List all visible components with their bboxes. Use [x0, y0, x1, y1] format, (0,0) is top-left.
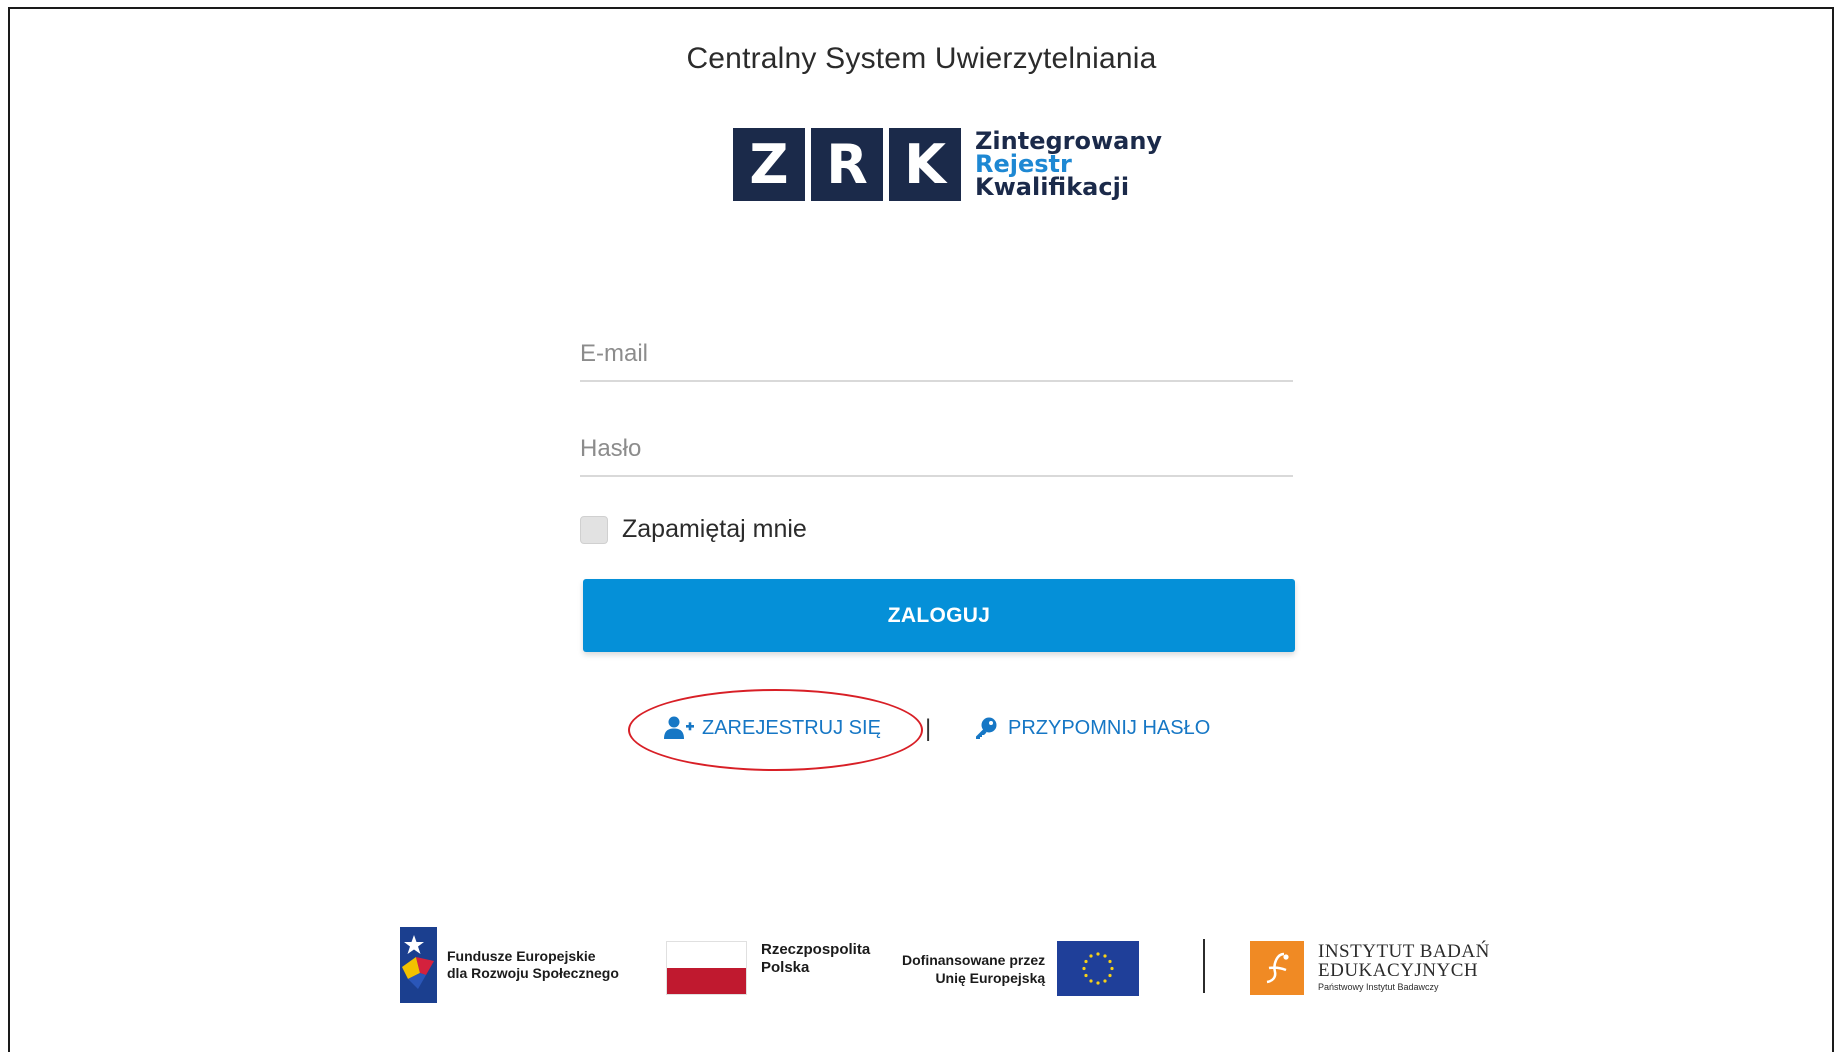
footer-divider: [1203, 939, 1205, 993]
fe-mark-icon: [400, 927, 437, 1003]
pl-line1: Rzeczpospolita: [761, 941, 871, 958]
fundusze-europejskie-logo: Fundusze Europejskie dla Rozwoju Społecz…: [400, 927, 619, 1003]
ibe-line2: EDUKACYJNYCH: [1318, 959, 1479, 981]
fe-text: Fundusze Europejskie dla Rozwoju Społecz…: [447, 948, 619, 982]
eu-text: Dofinansowane przez Unię Europejską: [902, 951, 1045, 987]
register-link[interactable]: ZAREJESTRUJ SIĘ: [664, 715, 881, 741]
fe-line1: Fundusze Europejskie: [447, 948, 596, 964]
pl-text: Rzeczpospolita Polska: [761, 941, 870, 977]
polish-flag-icon: [666, 941, 747, 995]
logo-wordmark: Zintegrowany Rejestr Kwalifikacji: [975, 129, 1162, 201]
ibe-mark-icon: [1250, 941, 1304, 995]
pl-line2: Polska: [761, 959, 810, 976]
ibe-logo: INSTYTUT BADAŃ EDUKACYJNYCH Państwowy In…: [1250, 941, 1490, 995]
page-title: Centralny System Uwierzytelniania: [686, 42, 1157, 75]
user-plus-icon: [664, 715, 694, 741]
auth-links: ZAREJESTRUJ SIĘ | PRZYPOMNIJ HASŁO: [0, 715, 1843, 745]
remember-me[interactable]: Zapamiętaj mnie: [580, 515, 807, 544]
ibe-text: INSTYTUT BADAŃ EDUKACYJNYCH Państwowy In…: [1318, 940, 1490, 994]
logo-letter-k: K: [889, 128, 961, 201]
email-field-wrapper: [580, 330, 1293, 382]
logo-letter-r: R: [811, 128, 883, 201]
links-separator: |: [925, 715, 932, 742]
password-input[interactable]: [580, 425, 1293, 473]
rzeczpospolita-polska-logo: Rzeczpospolita Polska: [666, 941, 870, 995]
login-button[interactable]: ZALOGUJ: [583, 579, 1295, 652]
zrk-logo: Z R K Zintegrowany Rejestr Kwalifikacji: [733, 128, 1162, 201]
key-icon: [974, 715, 1000, 741]
remind-password-label[interactable]: PRZYPOMNIJ HASŁO: [1008, 717, 1210, 740]
footer-logos: Fundusze Europejskie dla Rozwoju Społecz…: [0, 927, 1843, 1003]
eu-line2: Unię Europejską: [935, 969, 1046, 986]
email-input[interactable]: [580, 330, 1293, 378]
remember-me-label[interactable]: Zapamiętaj mnie: [622, 515, 807, 544]
ibe-line1: INSTYTUT BADAŃ: [1318, 940, 1490, 962]
fe-line2: dla Rozwoju Społecznego: [447, 965, 619, 981]
password-field-wrapper: [580, 425, 1293, 477]
ibe-line3: Państwowy Instytut Badawczy: [1318, 981, 1439, 992]
logo-word-kwalifikacji: Kwalifikacji: [975, 173, 1130, 201]
logo-letter-z: Z: [733, 128, 805, 201]
eu-cofinancing-logo: Dofinansowane przez Unię Europejską: [902, 941, 1140, 996]
remember-me-checkbox[interactable]: [580, 515, 608, 544]
remind-password-link[interactable]: PRZYPOMNIJ HASŁO: [974, 715, 1210, 741]
register-label[interactable]: ZAREJESTRUJ SIĘ: [702, 717, 881, 740]
eu-flag-icon: [1057, 941, 1140, 996]
eu-line1: Dofinansowane przez: [902, 951, 1046, 968]
